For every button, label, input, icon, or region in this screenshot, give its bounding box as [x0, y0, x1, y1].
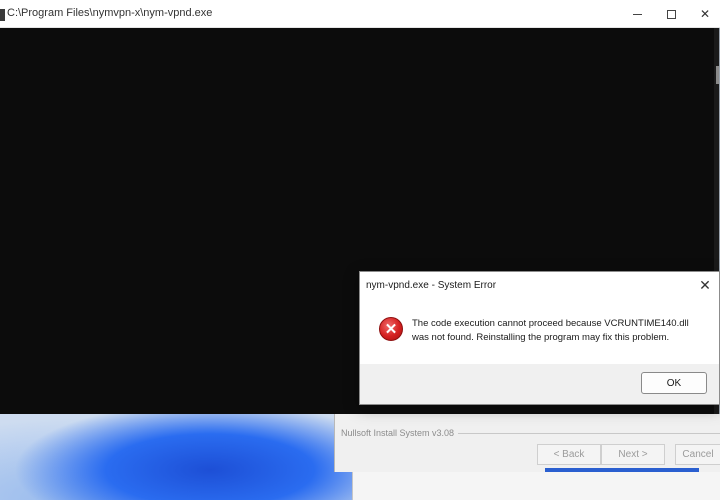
close-icon: ✕	[699, 7, 711, 21]
error-icon: ✕	[379, 317, 403, 341]
dialog-titlebar[interactable]: nym-vpnd.exe - System Error ✕	[360, 272, 719, 298]
dialog-footer: OK	[360, 364, 719, 404]
system-error-dialog: nym-vpnd.exe - System Error ✕ ✕ The code…	[359, 271, 720, 405]
console-window-title: C:\Program Files\nymvpn-x\nym-vpnd.exe	[7, 7, 213, 19]
console-app-icon	[0, 9, 5, 21]
maximize-button[interactable]	[654, 0, 688, 28]
cancel-button[interactable]: Cancel	[675, 444, 720, 465]
minimize-button[interactable]	[620, 0, 654, 28]
console-titlebar[interactable]: C:\Program Files\nymvpn-x\nym-vpnd.exe ✕	[0, 0, 720, 28]
installer-divider	[458, 433, 720, 434]
maximize-icon	[666, 9, 676, 19]
installer-brand-text: Nullsoft Install System v3.08	[341, 428, 455, 438]
ok-button[interactable]: OK	[641, 372, 707, 394]
dialog-close-button[interactable]: ✕	[691, 272, 719, 298]
back-button[interactable]: < Back	[537, 444, 601, 465]
installer-window: Nullsoft Install System v3.08 < Back Nex…	[334, 414, 720, 472]
console-scrollbar-thumb[interactable]	[716, 66, 719, 84]
dialog-body: ✕ The code execution cannot proceed beca…	[360, 298, 719, 364]
minimize-icon	[632, 13, 642, 15]
installer-window-lower	[352, 472, 720, 500]
close-button[interactable]: ✕	[688, 0, 720, 28]
dialog-title: nym-vpnd.exe - System Error	[366, 280, 497, 291]
next-button[interactable]: Next >	[601, 444, 665, 465]
error-message: The code execution cannot proceed becaus…	[412, 318, 689, 343]
close-icon: ✕	[699, 276, 711, 293]
